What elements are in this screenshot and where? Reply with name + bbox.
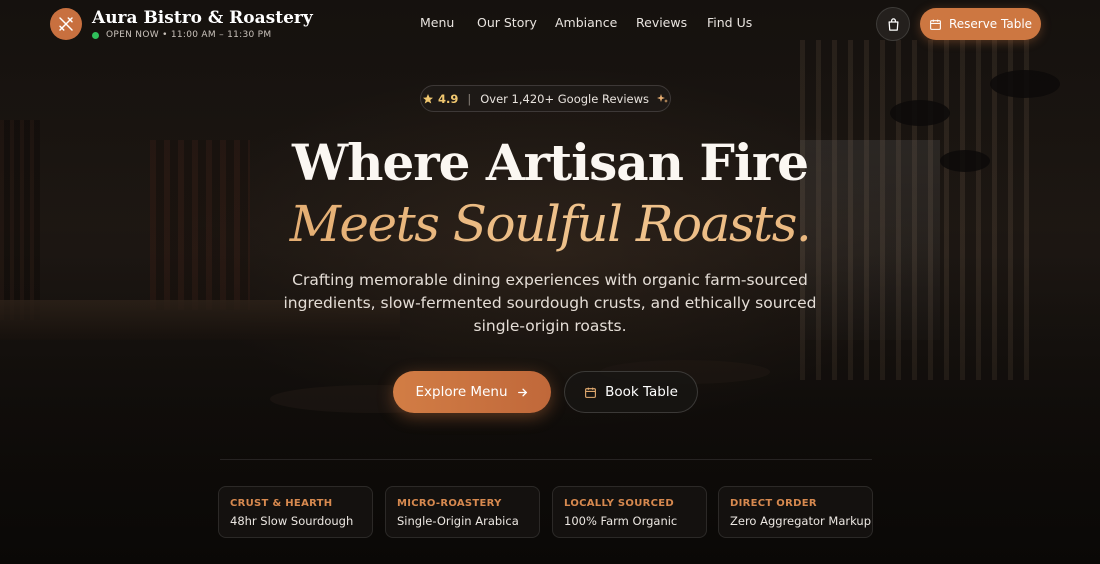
book-table-button[interactable]: Book Table	[564, 371, 698, 413]
shopping-bag-icon	[888, 17, 898, 31]
nav-item-reviews[interactable]: Reviews	[636, 15, 687, 30]
star-icon	[422, 93, 433, 103]
arrow-right-icon	[517, 388, 527, 396]
feature-card: CRUST & HEARTH 48hr Slow Sourdough	[218, 486, 373, 538]
nav-item-menu[interactable]: Menu	[420, 15, 454, 30]
explore-menu-button[interactable]: Explore Menu	[393, 371, 551, 413]
feature-label: DIRECT ORDER	[730, 498, 817, 509]
calendar-icon	[585, 387, 597, 398]
review-count: Over 1,420+ Google Reviews	[480, 91, 649, 106]
nav-item-find-us[interactable]: Find Us	[707, 15, 752, 30]
book-table-label: Book Table	[605, 384, 678, 400]
feature-value: 100% Farm Organic	[564, 514, 678, 528]
feature-label: CRUST & HEARTH	[230, 498, 333, 509]
feature-value: 48hr Slow Sourdough	[230, 514, 354, 528]
cart-button[interactable]	[876, 7, 910, 41]
feature-card: DIRECT ORDER Zero Aggregator Markup	[718, 486, 873, 538]
site-header: Aura Bistro & Roastery OPEN NOW • 11:00 …	[0, 0, 1100, 48]
reserve-table-label: Reserve Table	[948, 17, 1033, 31]
calendar-icon	[930, 19, 941, 30]
rating-score: 4.9	[437, 91, 459, 106]
feature-value: Zero Aggregator Markup	[730, 514, 872, 528]
rating-separator: |	[467, 91, 472, 106]
sparkles-icon	[657, 93, 668, 103]
feature-card: LOCALLY SOURCED 100% Farm Organic	[552, 486, 707, 538]
feature-label: LOCALLY SOURCED	[564, 498, 674, 509]
nav-item-ambiance[interactable]: Ambiance	[555, 15, 617, 30]
section-divider	[220, 459, 872, 460]
feature-value: Single-Origin Arabica	[397, 514, 519, 528]
feature-card: MICRO-ROASTERY Single-Origin Arabica	[385, 486, 540, 538]
hero-title-line1: Where Artisan Fire	[291, 133, 809, 192]
feature-label: MICRO-ROASTERY	[397, 498, 502, 509]
feature-highlights: CRUST & HEARTH 48hr Slow Sourdough MICRO…	[218, 486, 874, 538]
reserve-table-button[interactable]: Reserve Table	[920, 8, 1041, 40]
hero-subtitle: Crafting memorable dining experiences wi…	[283, 271, 817, 335]
nav-item-our-story[interactable]: Our Story	[477, 15, 537, 30]
explore-menu-label: Explore Menu	[415, 384, 508, 400]
rating-badge: 4.9 | Over 1,420+ Google Reviews	[420, 85, 671, 112]
hero-title-line2: Meets Soulful Roasts.	[0, 192, 1100, 256]
